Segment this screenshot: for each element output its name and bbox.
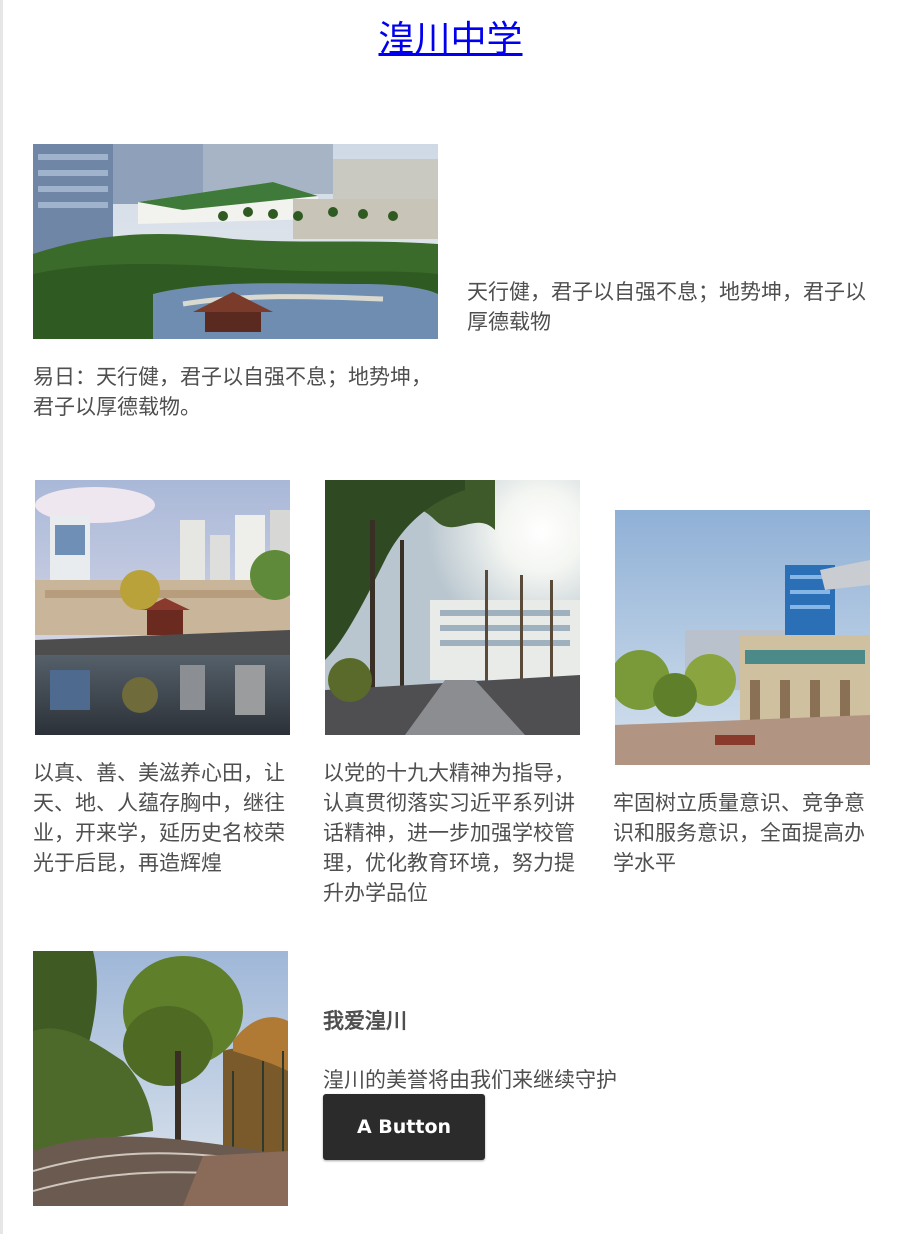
hero-side-text: 天行健，君子以自强不息；地势坤，君子以厚德载物 bbox=[467, 280, 866, 334]
campus-courtyard-photo bbox=[33, 144, 438, 339]
site-title-link[interactable]: 湟川中学 bbox=[0, 16, 901, 64]
tree-lined-path-photo bbox=[325, 480, 580, 735]
running-track-photo bbox=[33, 951, 288, 1206]
column-2-text: 以党的十九大精神为指导，认真贯彻落实习近平系列讲话精神，进一步加强学校管理，优化… bbox=[323, 761, 575, 905]
left-edge-rule bbox=[0, 0, 3, 1234]
a-button[interactable]: A Button bbox=[323, 1094, 485, 1160]
campus-building-photo bbox=[615, 510, 870, 765]
feature-heading: 我爱湟川 bbox=[323, 1009, 407, 1033]
hero-image-caption: 易日：天行健，君子以自强不息；地势坤，君子以厚德载物。 bbox=[33, 365, 432, 419]
column-1-text: 以真、善、美滋养心田，让天、地、人蕴存胸中，继往业，开来学，延历史名校荣光于后昆… bbox=[33, 761, 285, 875]
column-3-text: 牢固树立质量意识、竞争意识和服务意识，全面提高办学水平 bbox=[613, 791, 865, 875]
reflecting-pool-photo bbox=[35, 480, 290, 735]
feature-body-text: 湟川的美誉将由我们来继续守护 bbox=[323, 1068, 617, 1092]
